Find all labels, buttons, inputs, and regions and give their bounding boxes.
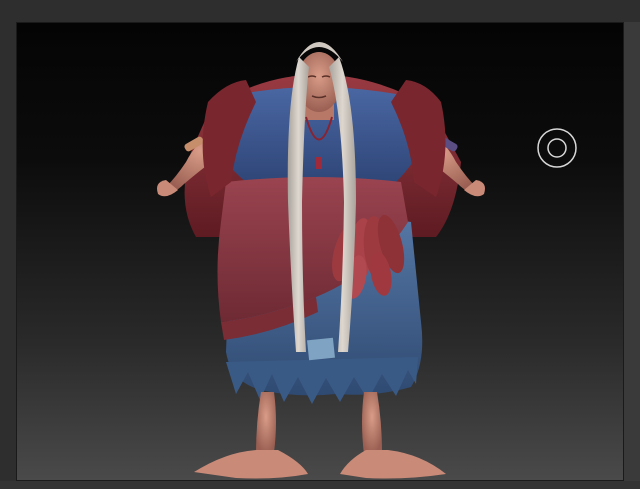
skirt-patch [307,337,335,361]
circle-brush-cursor-icon [537,128,577,168]
app-window [0,0,640,489]
pendant [316,157,322,169]
left-leg [256,392,276,454]
left-foot [194,450,308,479]
right-leg [362,392,382,454]
3d-viewport-canvas[interactable] [16,22,624,481]
sculpt-model[interactable] [16,22,624,481]
right-edge-panel [624,22,640,481]
bottom-edge-panel [0,481,640,489]
right-foot [340,450,446,479]
skirt-hem [226,357,418,404]
